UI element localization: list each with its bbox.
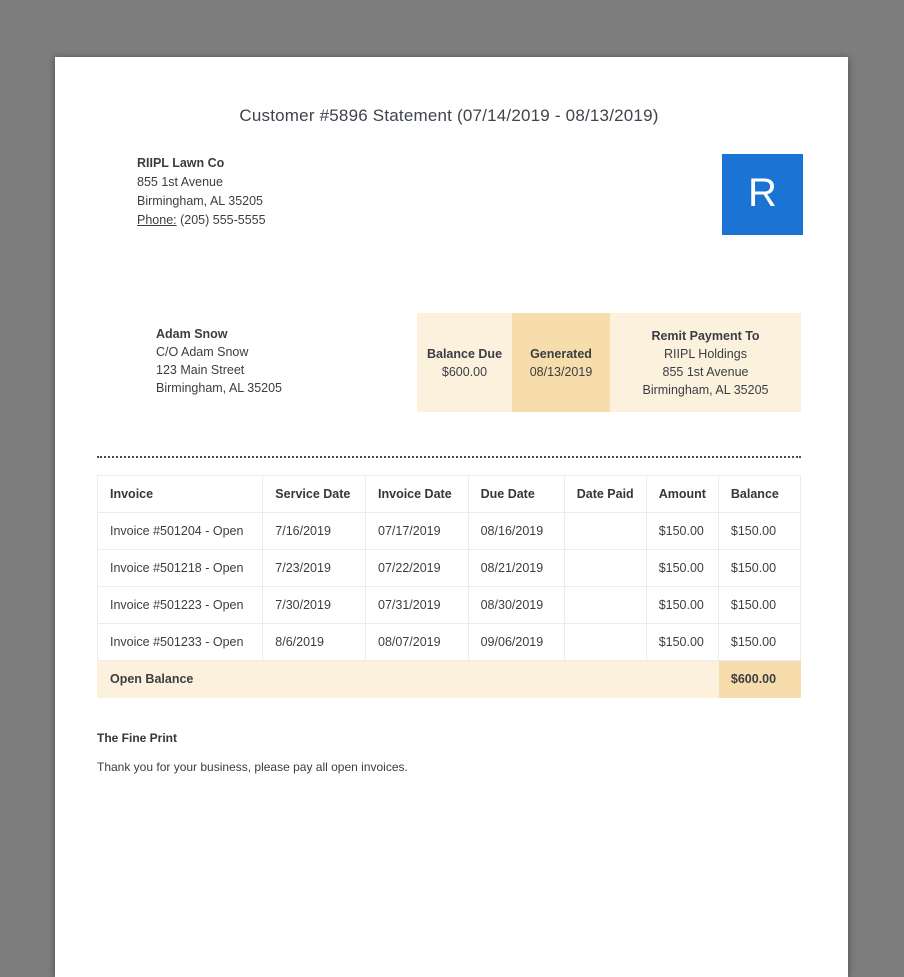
logo-letter: R <box>748 170 777 215</box>
col-header-amount: Amount <box>645 475 719 513</box>
date-paid-cell <box>563 512 647 550</box>
amount-cell: $150.00 <box>645 586 719 624</box>
balance-due-value: $600.00 <box>441 364 488 379</box>
generated-cell: Generated 08/13/2019 <box>512 313 610 412</box>
remit-label: Remit Payment To <box>651 328 760 343</box>
remit-payment-cell: Remit Payment To RIIPL Holdings 855 1st … <box>610 313 801 412</box>
phone-label: Phone: <box>137 213 177 227</box>
invoice-cell: Invoice #501218 - Open <box>96 549 264 587</box>
invoice-date-cell: 07/22/2019 <box>365 549 469 587</box>
invoice-table: Invoice Service Date Invoice Date Due Da… <box>96 475 802 698</box>
service-date-cell: 7/23/2019 <box>262 549 367 587</box>
customer-city: Birmingham, AL 35205 <box>156 381 283 395</box>
remit-city: Birmingham, AL 35205 <box>642 382 769 397</box>
company-address-line1: 855 1st Avenue <box>137 175 223 189</box>
date-paid-cell <box>563 586 647 624</box>
service-date-cell: 7/16/2019 <box>262 512 367 550</box>
statement-summary-section: Adam Snow C/O Adam Snow 123 Main Street … <box>97 313 801 412</box>
balance-summary-box: Balance Due $600.00 Generated 08/13/2019… <box>417 313 801 412</box>
remit-name: RIIPL Holdings <box>664 346 747 361</box>
page-title: Customer #5896 Statement (07/14/2019 - 0… <box>239 106 659 125</box>
balance-cell: $150.00 <box>717 549 802 587</box>
table-header-row: Invoice Service Date Invoice Date Due Da… <box>96 475 802 513</box>
invoice-date-cell: 07/31/2019 <box>365 586 469 624</box>
generated-label: Generated <box>530 346 592 361</box>
service-date-cell: 8/6/2019 <box>262 623 367 661</box>
date-paid-cell <box>563 549 647 587</box>
table-row: Invoice #501233 - Open 8/6/2019 08/07/20… <box>96 623 802 661</box>
company-info: RIIPL Lawn Co 855 1st Avenue Birmingham,… <box>137 154 266 230</box>
invoice-date-cell: 07/17/2019 <box>365 512 469 550</box>
company-address-line2: Birmingham, AL 35205 <box>137 194 264 208</box>
balance-due-label: Balance Due <box>426 346 503 361</box>
col-header-due-date: Due Date <box>467 475 565 513</box>
table-row: Invoice #501218 - Open 7/23/2019 07/22/2… <box>96 549 802 587</box>
date-paid-cell <box>563 623 647 661</box>
due-date-cell: 08/21/2019 <box>467 549 565 587</box>
due-date-cell: 09/06/2019 <box>467 623 565 661</box>
phone-number: (205) 555-5555 <box>180 213 266 227</box>
fine-print-body: Thank you for your business, please pay … <box>97 760 408 774</box>
invoice-date-cell: 08/07/2019 <box>365 623 469 661</box>
fine-print-section: The Fine Print Thank you for your busine… <box>97 731 801 774</box>
customer-care-of: C/O Adam Snow <box>156 345 249 359</box>
open-balance-label: Open Balance <box>97 660 719 698</box>
col-header-invoice-date: Invoice Date <box>365 475 469 513</box>
amount-cell: $150.00 <box>645 549 719 587</box>
col-header-service-date: Service Date <box>262 475 367 513</box>
invoice-cell: Invoice #501233 - Open <box>96 623 264 661</box>
remit-street: 855 1st Avenue <box>662 364 749 379</box>
fine-print-heading: The Fine Print <box>97 731 178 745</box>
balance-cell: $150.00 <box>717 512 802 550</box>
open-balance-row: Open Balance $600.00 <box>97 660 802 698</box>
statement-document: Customer #5896 Statement (07/14/2019 - 0… <box>55 57 848 977</box>
due-date-cell: 08/16/2019 <box>467 512 565 550</box>
balance-cell: $150.00 <box>717 623 802 661</box>
dotted-divider <box>97 456 801 458</box>
company-phone: Phone: (205) 555-5555 <box>137 211 266 230</box>
col-header-invoice: Invoice <box>96 475 264 513</box>
open-balance-total: $600.00 <box>717 660 802 698</box>
customer-name: Adam Snow <box>156 327 228 341</box>
customer-address: Adam Snow C/O Adam Snow 123 Main Street … <box>156 325 282 397</box>
amount-cell: $150.00 <box>645 512 719 550</box>
invoice-cell: Invoice #501223 - Open <box>96 586 264 624</box>
company-name: RIIPL Lawn Co <box>137 156 225 170</box>
document-header: RIIPL Lawn Co 855 1st Avenue Birmingham,… <box>97 154 803 235</box>
balance-cell: $150.00 <box>717 586 802 624</box>
col-header-date-paid: Date Paid <box>563 475 647 513</box>
table-row: Invoice #501223 - Open 7/30/2019 07/31/2… <box>96 586 802 624</box>
col-header-balance: Balance <box>717 475 802 513</box>
company-logo: R <box>722 154 803 235</box>
table-row: Invoice #501204 - Open 7/16/2019 07/17/2… <box>96 512 802 550</box>
service-date-cell: 7/30/2019 <box>262 586 367 624</box>
invoice-cell: Invoice #501204 - Open <box>96 512 264 550</box>
amount-cell: $150.00 <box>645 623 719 661</box>
due-date-cell: 08/30/2019 <box>467 586 565 624</box>
balance-due-cell: Balance Due $600.00 <box>417 313 512 412</box>
generated-value: 08/13/2019 <box>529 364 593 379</box>
customer-street: 123 Main Street <box>156 363 245 377</box>
